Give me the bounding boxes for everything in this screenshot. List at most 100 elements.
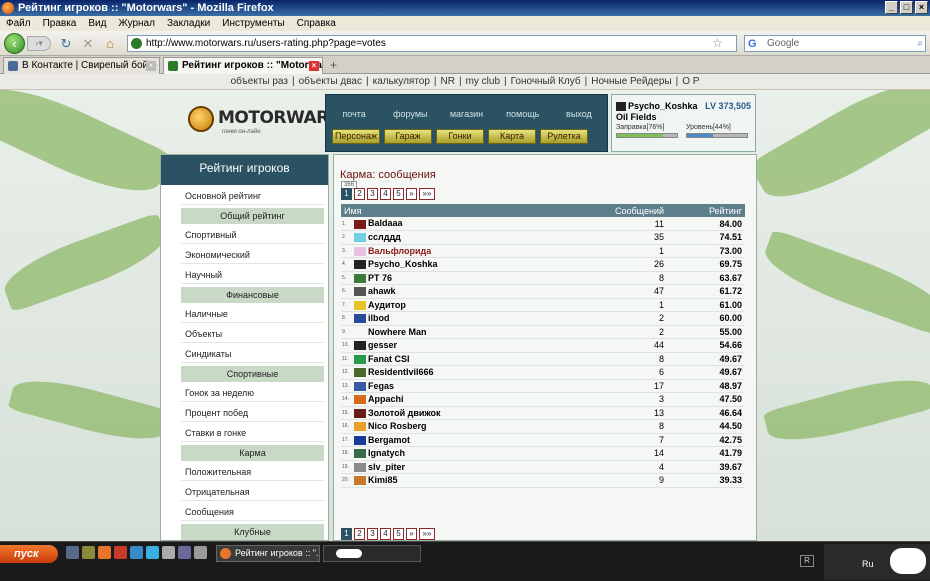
bookmark-item[interactable]: О Р <box>680 76 701 87</box>
quicklaunch-icon[interactable] <box>82 546 95 559</box>
nav-button[interactable]: Персонаж <box>332 129 380 144</box>
menu-item[interactable]: Журнал <box>118 16 155 31</box>
sidebar-item[interactable]: Гонок за неделю <box>181 385 324 402</box>
player-name-text[interactable]: slv_piter <box>368 462 405 472</box>
page-link[interactable]: 3 <box>367 188 378 200</box>
page-link[interactable]: »» <box>419 188 435 200</box>
tab-close-icon[interactable]: × <box>146 61 156 71</box>
bookmark-item[interactable]: объекты раз <box>229 76 290 87</box>
sidebar-item[interactable]: Сообщения <box>181 504 324 521</box>
home-icon[interactable]: ⌂ <box>102 36 118 52</box>
page-link[interactable]: 1 <box>341 188 352 200</box>
player-name-text[interactable]: gesser <box>368 340 397 350</box>
player-name-text[interactable]: Baldaaa <box>368 218 403 228</box>
sidebar-item[interactable]: Синдикаты <box>181 346 324 363</box>
player-name[interactable]: Ignatych <box>351 446 612 461</box>
skype-icon[interactable] <box>146 546 159 559</box>
page-link[interactable]: 5 <box>393 528 404 540</box>
bookmark-item[interactable]: my club <box>464 76 502 87</box>
taskbar-item[interactable] <box>323 545 421 562</box>
page-link[interactable]: 4 <box>380 188 391 200</box>
maximize-button[interactable]: □ <box>900 1 913 14</box>
page-link[interactable]: » <box>406 528 417 540</box>
menu-item[interactable]: Правка <box>43 16 77 31</box>
minimize-button[interactable]: _ <box>885 1 898 14</box>
tray-r-icon[interactable]: R <box>800 555 814 567</box>
bookmark-item[interactable]: калькулятор <box>371 76 432 87</box>
player-name-text[interactable]: Psycho_Koshka <box>368 259 438 269</box>
quicklaunch-icon[interactable] <box>162 546 175 559</box>
player-name[interactable]: Nowhere Man <box>351 325 612 339</box>
nav-button[interactable]: Рулетка <box>540 129 588 144</box>
sidebar-item[interactable]: Спортивный <box>181 227 324 244</box>
user-clan[interactable]: Oil Fields <box>616 112 657 122</box>
close-button[interactable]: × <box>915 1 928 14</box>
player-name-text[interactable]: Ignatych <box>368 448 405 458</box>
tab-rating[interactable]: Рейтинг игроков :: "Motorwars" × <box>163 57 323 74</box>
player-name[interactable]: ahawk <box>351 284 612 299</box>
player-name-text[interactable]: Fanat CSI <box>368 354 410 364</box>
forward-button[interactable]: ›▾ <box>27 36 51 51</box>
menu-item[interactable]: Инструменты <box>222 16 284 31</box>
player-name[interactable]: Золотой движок <box>351 406 612 420</box>
menu-item[interactable]: Файл <box>6 16 31 31</box>
column-rating[interactable]: Рейтинг <box>667 204 745 217</box>
sidebar-item[interactable]: Наличные <box>181 306 324 323</box>
player-name[interactable]: Fanat CSI <box>351 352 612 366</box>
quicklaunch-icon[interactable] <box>114 546 127 559</box>
player-name-text[interactable]: сслддд <box>368 232 401 242</box>
player-name[interactable]: gesser <box>351 338 612 353</box>
page-link[interactable]: 4 <box>380 528 391 540</box>
bookmark-item[interactable]: NR <box>439 76 457 87</box>
player-name[interactable]: Fegas <box>351 379 612 393</box>
page-link[interactable]: » <box>406 188 417 200</box>
player-name[interactable]: Baldaaa <box>351 217 612 231</box>
bookmark-item[interactable]: Ночные Рейдеры <box>589 76 673 87</box>
bookmark-item[interactable]: объекты двас <box>297 76 364 87</box>
player-name[interactable]: Psycho_Koshka <box>351 257 612 272</box>
page-link[interactable]: »» <box>419 528 435 540</box>
sidebar-item[interactable]: Объекты <box>181 326 324 343</box>
menu-item[interactable]: Справка <box>297 16 336 31</box>
search-icon[interactable]: ⌕ <box>917 36 923 51</box>
sidebar-item[interactable]: Экономический <box>181 247 324 264</box>
page-link[interactable]: 2 <box>354 528 365 540</box>
page-link[interactable]: 1 <box>341 528 352 540</box>
column-messages[interactable]: Сообщений <box>612 204 667 217</box>
player-name[interactable]: Appachi <box>351 392 612 407</box>
page-link[interactable]: 5 <box>393 188 404 200</box>
nav-button[interactable]: Гонки <box>436 129 484 144</box>
player-name-text[interactable]: ahawk <box>368 286 396 296</box>
tab-close-icon[interactable]: × <box>309 61 319 71</box>
sidebar-item[interactable]: Основной рейтинг <box>181 188 324 205</box>
sidebar-item[interactable]: Научный <box>181 267 324 284</box>
player-name-text[interactable]: Kimi85 <box>368 475 398 485</box>
tab-vkontakte[interactable]: В Контакте | Свирепый бой – онлайн-...× <box>3 57 160 74</box>
taskbar-firefox-item[interactable]: Рейтинг игроков :: "... <box>216 545 320 562</box>
player-name-text[interactable]: ResidentIvil666 <box>368 367 434 377</box>
sidebar-item[interactable]: Процент побед <box>181 405 324 422</box>
search-input[interactable]: G Google ⌕ <box>744 35 926 52</box>
bookmark-item[interactable]: Гоночный Клуб <box>509 76 583 87</box>
url-bar[interactable]: http://www.motorwars.ru/users-rating.php… <box>127 35 737 52</box>
user-name[interactable]: Psycho_Koshka <box>616 101 698 112</box>
player-name-text[interactable]: Nico Rosberg <box>368 421 427 431</box>
player-name-text[interactable]: Appachi <box>368 394 404 404</box>
player-name[interactable]: сслддд <box>351 230 612 245</box>
nav-link[interactable]: помощь <box>495 95 551 125</box>
reload-icon[interactable]: ↻ <box>58 36 74 52</box>
nav-link[interactable]: форумы <box>382 95 438 125</box>
nav-link[interactable]: выход <box>551 95 607 125</box>
player-name-text[interactable]: Вальфлорида <box>368 246 431 256</box>
column-name[interactable]: Имя <box>341 204 612 217</box>
nav-link[interactable]: магазин <box>438 95 494 125</box>
new-tab-button[interactable]: + <box>330 58 337 72</box>
player-name[interactable]: PT 76 <box>351 271 612 285</box>
player-name[interactable]: Nico Rosberg <box>351 419 612 434</box>
sidebar-item[interactable]: Положительная <box>181 464 324 481</box>
language-indicator[interactable]: Ru <box>862 559 874 569</box>
bookmark-star-icon[interactable]: ☆ <box>712 36 723 50</box>
player-name[interactable]: ilbod <box>351 311 612 326</box>
player-name[interactable]: Вальфлорида <box>351 244 612 258</box>
player-name-text[interactable]: Аудитор <box>368 300 406 310</box>
